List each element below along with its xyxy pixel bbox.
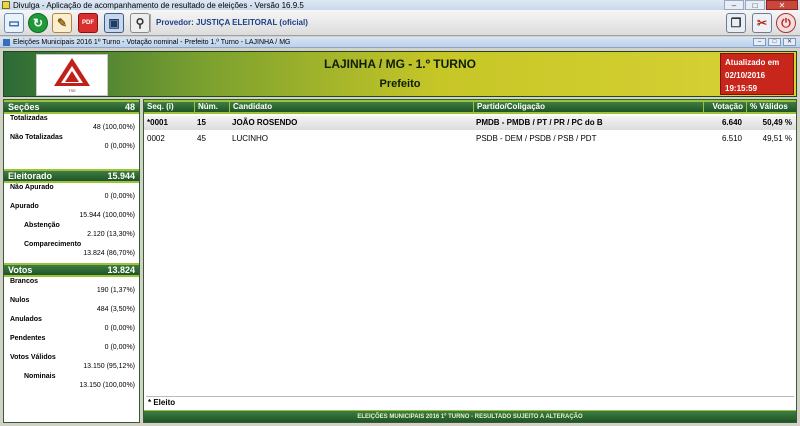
cell-validos: 50,49 %: [762, 118, 792, 127]
anulados-value: 0 (0,00%): [104, 325, 135, 332]
cell-num: 15: [197, 118, 206, 127]
votos-validos-value: 13.150 (95,12%): [83, 363, 135, 370]
col-votacao[interactable]: Votação: [703, 102, 746, 112]
notes-icon[interactable]: ✎: [52, 13, 72, 33]
exit-icon[interactable]: ⏻: [776, 13, 796, 33]
votos-value: 13.824: [107, 265, 135, 275]
secoes-value: 48: [124, 102, 135, 112]
brancos-label: Brancos: [10, 278, 39, 285]
abstencao-value: 2.120 (13,30%): [87, 231, 135, 238]
apurado-value: 15.944 (100,00%): [79, 212, 135, 219]
secoes-header: Seções 48: [4, 100, 139, 114]
update-time: 19:15:59: [725, 84, 758, 93]
subwindow-minimize-button[interactable]: –: [753, 38, 766, 46]
cell-partido: PSDB - DEM / PSDB / PSB / PDT: [476, 134, 597, 143]
update-date: 02/10/2016: [725, 71, 766, 80]
col-partido[interactable]: Partido/Coligação: [473, 102, 703, 112]
nulos-label: Nulos: [10, 297, 30, 304]
cell-num: 45: [197, 134, 206, 143]
subwindow-titlebar: Eleições Municipais 2016 1º Turno - Vota…: [0, 37, 800, 48]
eleitorado-header: Eleitorado 15.944: [4, 169, 139, 183]
elected-legend: * Eleito: [146, 396, 794, 408]
table-row[interactable]: 0002 45 LUCINHO PSDB - DEM / PSDB / PSB …: [144, 132, 796, 146]
nominais-value: 13.150 (100,00%): [79, 382, 135, 389]
subwindow-title: Eleições Municipais 2016 1º Turno - Vota…: [13, 38, 291, 46]
cell-seq: *0001: [147, 118, 168, 127]
nulos-value: 484 (3,50%): [96, 306, 135, 313]
pdf-icon[interactable]: PDF: [78, 13, 98, 33]
apurado-label: Apurado: [10, 203, 39, 210]
votos-label: Votos: [8, 265, 33, 275]
pendentes-label: Pendentes: [10, 335, 46, 342]
results-panel: Seq. (i) Núm. Candidato Partido/Coligaçã…: [143, 99, 797, 423]
totalizadas-label: Totalizadas: [10, 115, 48, 122]
cell-candidato: LUCINHO: [232, 134, 269, 143]
cell-seq: 0002: [147, 134, 165, 143]
cell-candidato: JOÃO ROSENDO: [232, 118, 298, 127]
pendentes-value: 0 (0,00%): [104, 344, 135, 351]
tools-icon[interactable]: ✂: [752, 13, 772, 33]
table-header: Seq. (i) Núm. Candidato Partido/Coligaçã…: [144, 100, 796, 114]
secoes-label: Seções: [8, 102, 40, 112]
office-title: Prefeito: [379, 78, 421, 90]
window-title: Divulga - Aplicação de acompanhamento de…: [13, 0, 304, 10]
toolbar: ▭ ↻ ✎ PDF ▣ ⚲ Provedor: JUSTIÇA ELEITORA…: [0, 10, 800, 36]
nao-apurado-label: Não Apurado: [10, 184, 54, 191]
col-candidato[interactable]: Candidato: [229, 102, 473, 112]
update-label: Atualizado em: [725, 58, 780, 67]
votos-header: Votos 13.824: [4, 263, 139, 277]
place-title: LAJINHA / MG - 1.º TURNO: [324, 57, 476, 71]
close-button[interactable]: ✕: [766, 0, 798, 10]
cascade-icon[interactable]: ❐: [726, 13, 746, 33]
app-icon: [2, 1, 10, 9]
eleitorado-label: Eleitorado: [8, 171, 53, 181]
nao-totalizadas-label: Não Totalizadas: [10, 134, 63, 141]
refresh-icon[interactable]: ↻: [28, 13, 48, 33]
maximize-button[interactable]: □: [745, 0, 765, 10]
nao-totalizadas-value: 0 (0,00%): [104, 143, 135, 150]
cell-votacao: 6.510: [721, 134, 742, 143]
monitor-icon[interactable]: ▣: [104, 13, 124, 33]
subwindow-controls: – □ ✕: [751, 38, 796, 46]
window-titlebar: Divulga - Aplicação de acompanhamento de…: [0, 0, 800, 10]
minimize-button[interactable]: –: [724, 0, 744, 10]
cell-validos: 49,51 %: [762, 134, 792, 143]
subwindow-restore-button[interactable]: □: [768, 38, 781, 46]
results-header: TSE LAJINHA / MG - 1.º TURNO Prefeito At…: [3, 51, 797, 97]
nao-apurado-value: 0 (0,00%): [104, 193, 135, 200]
window-controls: – □ ✕: [723, 0, 798, 10]
cell-partido: PMDB - PMDB / PT / PR / PC do B: [476, 118, 603, 127]
new-window-icon[interactable]: ▭: [4, 13, 24, 33]
toolbar-separator: [150, 14, 151, 32]
comparecimento-value: 13.824 (86,70%): [83, 250, 135, 257]
search-icon[interactable]: ⚲: [130, 13, 150, 33]
table-row[interactable]: *0001 15 JOÃO ROSENDO PMDB - PMDB / PT /…: [144, 116, 796, 130]
update-box: Atualizado em 02/10/2016 19:15:59: [720, 53, 794, 95]
eleitorado-value: 15.944: [107, 171, 135, 181]
totalizadas-value: 48 (100,00%): [92, 124, 135, 131]
votos-validos-label: Votos Válidos: [10, 354, 56, 361]
results-footer: ELEIÇÕES MUNICIPAIS 2016 1º TURNO - RESU…: [144, 410, 796, 422]
brancos-value: 190 (1,37%): [96, 287, 135, 294]
col-num[interactable]: Núm.: [194, 102, 229, 112]
stats-sidebar: Seções 48 Totalizadas 48 (100,00%) Não T…: [3, 99, 140, 423]
subwindow-close-button[interactable]: ✕: [783, 38, 796, 46]
subwindow-icon: [3, 38, 10, 46]
col-validos[interactable]: % Válidos: [746, 102, 796, 112]
cell-votacao: 6.640: [721, 118, 742, 127]
abstencao-label: Abstenção: [24, 222, 60, 229]
comparecimento-label: Comparecimento: [24, 241, 82, 248]
nominais-label: Nominais: [24, 373, 56, 380]
col-seq[interactable]: Seq. (i): [144, 102, 194, 112]
anulados-label: Anulados: [10, 316, 42, 323]
provider-label: Provedor: JUSTIÇA ELEITORAL (oficial): [156, 18, 308, 27]
